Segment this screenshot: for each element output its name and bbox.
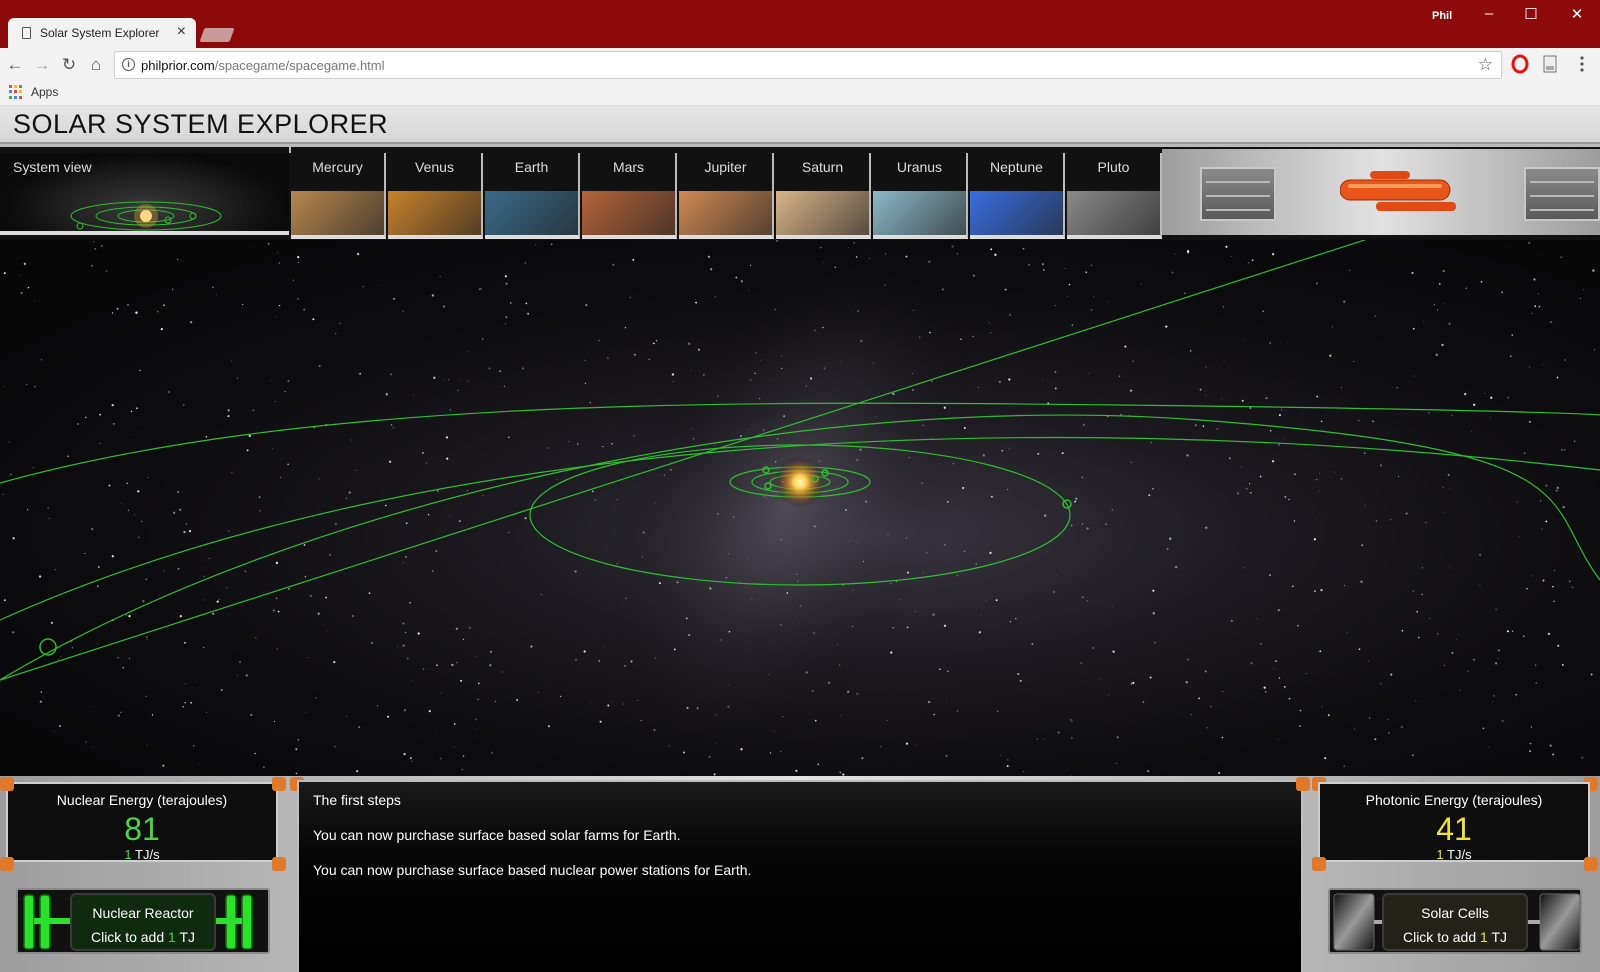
page-header: SOLAR SYSTEM EXPLORER bbox=[0, 106, 1600, 144]
planet-tab-label: Saturn bbox=[801, 159, 844, 175]
info-icon[interactable]: i bbox=[122, 58, 135, 71]
corner-bolt bbox=[0, 857, 14, 871]
mini-solar-system-icon bbox=[70, 201, 222, 231]
system-view-tab[interactable]: System view bbox=[0, 153, 289, 235]
planet-thumbnail bbox=[776, 191, 869, 235]
photonic-energy-rate: 1 TJ/s bbox=[1436, 847, 1472, 862]
planet-thumbnail bbox=[970, 191, 1063, 235]
photonic-energy-value: 41 bbox=[1436, 811, 1472, 847]
bookmarks-bar: Apps bbox=[0, 82, 1600, 106]
address-bar[interactable]: i philprior.com/spacegame/spacegame.html… bbox=[114, 51, 1502, 79]
reload-icon[interactable]: ↻ bbox=[58, 54, 80, 76]
solar-cells-label: Solar Cells Click to add 1 TJ bbox=[1382, 893, 1528, 951]
browser-tab[interactable]: Solar System Explorer × bbox=[8, 18, 196, 48]
window-close-icon[interactable]: ✕ bbox=[1562, 5, 1592, 23]
nuclear-reactor-label: Nuclear Reactor Click to add 1 TJ bbox=[70, 893, 216, 951]
bookmark-star-icon[interactable]: ☆ bbox=[1478, 55, 1493, 75]
planet-tab-mercury[interactable]: Mercury bbox=[291, 153, 386, 239]
planet-tab-label: Earth bbox=[514, 159, 549, 175]
home-icon[interactable]: ⌂ bbox=[85, 54, 107, 76]
message-log: The first steps You can now purchase sur… bbox=[297, 780, 1303, 972]
corner-bolt bbox=[272, 777, 286, 791]
planet-tab-label: Mercury bbox=[312, 159, 363, 175]
nuclear-energy-display: Nuclear Energy (terajoules) 81 1 TJ/s bbox=[6, 782, 278, 862]
planet-tab-neptune[interactable]: Neptune bbox=[970, 153, 1065, 239]
planet-tab-label: Uranus bbox=[896, 159, 943, 175]
browser-toolbar: ← → ↻ ⌂ i philprior.com/spacegame/spaceg… bbox=[0, 48, 1600, 82]
message-line: You can now purchase surface based solar… bbox=[313, 827, 681, 843]
profile-name[interactable]: Phil bbox=[1432, 10, 1452, 22]
corner-bolt bbox=[272, 857, 286, 871]
opera-extension-icon[interactable] bbox=[1510, 54, 1530, 74]
nuclear-energy-title: Nuclear Energy (terajoules) bbox=[56, 792, 228, 808]
planet-tab-label: Jupiter bbox=[704, 159, 747, 175]
planet-thumbnail bbox=[582, 191, 675, 235]
planet-thumbnail bbox=[291, 191, 384, 235]
planet-thumbnail bbox=[679, 191, 772, 235]
planet-tab-label: Mars bbox=[612, 159, 645, 175]
planet-tab-label: Pluto bbox=[1097, 159, 1130, 175]
message-line: The first steps bbox=[313, 792, 401, 808]
photonic-energy-title: Photonic Energy (terajoules) bbox=[1365, 792, 1543, 808]
back-icon[interactable]: ← bbox=[4, 54, 26, 76]
planet-tab-earth[interactable]: Earth bbox=[485, 153, 580, 239]
page-title: SOLAR SYSTEM EXPLORER bbox=[13, 109, 389, 139]
minimize-icon[interactable]: – bbox=[1474, 5, 1504, 22]
planet-tab-venus[interactable]: Venus bbox=[388, 153, 483, 239]
nuclear-energy-rate: 1 TJ/s bbox=[124, 847, 160, 862]
page-extension-icon[interactable] bbox=[1540, 54, 1560, 74]
url-text: philprior.com/spacegame/spacegame.html bbox=[141, 58, 385, 73]
planet-tab-label: Venus bbox=[415, 159, 454, 175]
corner-bolt bbox=[1584, 857, 1598, 871]
maximize-icon[interactable]: ☐ bbox=[1516, 5, 1546, 23]
tab-close-icon[interactable]: × bbox=[177, 23, 186, 41]
nuclear-reactor-button[interactable]: Nuclear Reactor Click to add 1 TJ bbox=[16, 888, 270, 954]
planet-tab-mars[interactable]: Mars bbox=[582, 153, 677, 239]
photonic-energy-display: Photonic Energy (terajoules) 41 1 TJ/s bbox=[1318, 782, 1590, 862]
sun-icon[interactable] bbox=[774, 456, 826, 508]
menu-kebab-icon[interactable] bbox=[1572, 54, 1592, 74]
space-view[interactable] bbox=[0, 240, 1600, 776]
tab-title: Solar System Explorer bbox=[40, 26, 160, 40]
corner-bolt bbox=[0, 777, 14, 791]
solar-cells-button[interactable]: Solar Cells Click to add 1 TJ bbox=[1328, 888, 1582, 954]
planet-tab-uranus[interactable]: Uranus bbox=[873, 153, 968, 239]
browser-titlebar: Solar System Explorer × Phil – ☐ ✕ bbox=[0, 0, 1600, 48]
planet-tab-label: Neptune bbox=[990, 159, 1043, 175]
hatch-door-left bbox=[1200, 167, 1276, 221]
planet-thumbnail bbox=[388, 191, 481, 235]
nuclear-energy-value: 81 bbox=[124, 811, 160, 847]
planet-thumbnail bbox=[485, 191, 578, 235]
hatch-door-right bbox=[1524, 167, 1600, 221]
planet-tab-saturn[interactable]: Saturn bbox=[776, 153, 871, 239]
spaceship-icon[interactable] bbox=[1340, 170, 1456, 214]
page-icon bbox=[22, 27, 31, 39]
message-line: You can now purchase surface based nucle… bbox=[313, 862, 752, 878]
corner-bolt bbox=[1312, 857, 1326, 871]
new-tab-button[interactable] bbox=[199, 28, 235, 42]
forward-icon[interactable]: → bbox=[31, 54, 53, 76]
planet-thumbnail bbox=[873, 191, 966, 235]
orbit-map bbox=[0, 240, 1600, 776]
apps-link[interactable]: Apps bbox=[31, 85, 58, 99]
planet-tab-jupiter[interactable]: Jupiter bbox=[679, 153, 774, 239]
corner-bolt bbox=[1296, 777, 1310, 791]
planet-tab-pluto[interactable]: Pluto bbox=[1067, 153, 1162, 239]
apps-grid-icon[interactable] bbox=[9, 85, 23, 99]
planet-thumbnail bbox=[1067, 191, 1160, 235]
